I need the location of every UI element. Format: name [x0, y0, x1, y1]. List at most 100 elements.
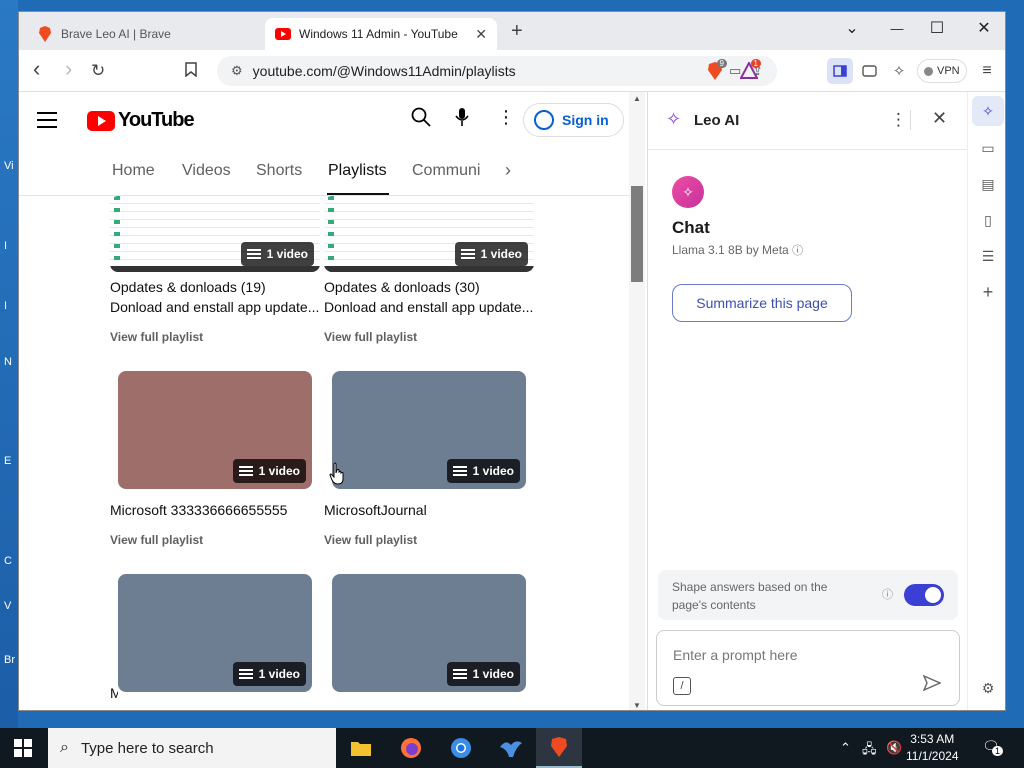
search-icon[interactable] — [411, 107, 431, 133]
tab-shorts[interactable]: Shorts — [256, 162, 302, 180]
show-hidden-icons[interactable]: ⌃ — [840, 740, 851, 756]
view-full-playlist-link[interactable]: View full playlist — [324, 533, 417, 547]
desktop-icon-label[interactable]: Vi — [4, 160, 14, 172]
playlist-subtitle[interactable]: Donload and enstall app update... — [110, 299, 320, 315]
notifications-icon[interactable]: 🗨 1 — [982, 738, 1004, 756]
desktop-icon-label[interactable]: Br — [4, 654, 15, 666]
chrome-icon[interactable] — [438, 728, 484, 768]
site-settings-icon[interactable]: ⚙ — [231, 63, 243, 79]
view-full-playlist-link[interactable]: View full playlist — [110, 533, 203, 547]
new-tab-button[interactable]: + — [511, 20, 523, 43]
taskbar-search[interactable]: ⌕ Type here to search — [48, 728, 336, 768]
hamburger-menu-icon[interactable] — [37, 112, 57, 133]
page-scrollbar[interactable]: ▲ ▼ — [629, 92, 645, 710]
playlist-title[interactable]: Microsoft 333336666655555 — [110, 502, 320, 518]
reading-list-rail-icon[interactable]: ☰ — [978, 248, 998, 265]
file-explorer-icon[interactable] — [338, 728, 384, 768]
playlist-thumbnail[interactable]: 1 video — [332, 574, 526, 692]
brave-lion-icon — [37, 26, 53, 42]
volume-icon[interactable]: 🔇 — [886, 740, 902, 756]
bookmarks-rail-icon[interactable]: ▯ — [978, 212, 998, 229]
start-button[interactable] — [14, 739, 32, 757]
network-icon[interactable]: 🖧 — [862, 740, 877, 762]
playlist-title[interactable]: MicrosoftJournal — [324, 502, 534, 518]
playlist-thumbnail[interactable]: 1 video — [118, 574, 312, 692]
desktop-icon-label[interactable]: I — [4, 240, 7, 252]
wallet-icon[interactable] — [857, 59, 881, 83]
prompt-placeholder: Enter a prompt here — [673, 647, 798, 663]
sidebar-toggle-icon[interactable] — [827, 58, 853, 84]
tab-strip: Brave Leo AI | Brave Windows 11 Admin - … — [19, 12, 1005, 50]
rail-settings-icon[interactable]: ⚙ — [978, 680, 998, 697]
scroll-up-icon[interactable]: ▲ — [633, 94, 641, 103]
tabs-scroll-right-icon[interactable]: › — [505, 160, 511, 181]
playlist-title[interactable]: Opdates & donloads (19) — [110, 279, 320, 295]
desktop-icon-label[interactable]: E — [4, 455, 11, 467]
view-full-playlist-link[interactable]: View full playlist — [324, 330, 417, 344]
info-icon[interactable]: ⓘ — [792, 245, 803, 257]
tab-community[interactable]: Communi — [412, 162, 480, 180]
brave-rewards-icon[interactable]: 1 — [737, 59, 761, 83]
address-bar[interactable]: ⚙ youtube.com/@Windows11Admin/playlists … — [217, 56, 777, 86]
desktop-icon-label[interactable]: N — [4, 356, 12, 368]
maximize-button[interactable]: ☐ — [917, 18, 957, 38]
scroll-down-icon[interactable]: ▼ — [633, 701, 641, 710]
tab-home[interactable]: Home — [112, 162, 155, 180]
forward-button[interactable]: › — [65, 56, 72, 82]
bird-app-icon[interactable] — [488, 728, 534, 768]
youtube-logo[interactable]: YouTube — [87, 109, 195, 132]
tab-label: Brave Leo AI | Brave — [61, 27, 171, 41]
tab-youtube[interactable]: Windows 11 Admin - YouTube ✕ — [265, 18, 497, 50]
close-window-button[interactable]: ✕ — [964, 18, 1004, 38]
menu-icon[interactable]: ≡ — [975, 59, 999, 83]
shape-answers-toggle[interactable] — [904, 584, 944, 606]
search-placeholder: Type here to search — [80, 739, 214, 757]
send-icon[interactable] — [922, 674, 942, 696]
brave-shields-icon[interactable]: 9 — [703, 59, 727, 83]
reload-button[interactable]: ↻ — [91, 61, 105, 81]
more-options-icon[interactable]: ⋮ — [497, 107, 515, 128]
playlist-subtitle[interactable]: Donload and enstall app update... — [324, 299, 534, 315]
playlist-title[interactable]: M — [110, 685, 118, 701]
close-panel-icon[interactable]: ✕ — [932, 108, 947, 129]
video-rail-icon[interactable]: ▭ — [978, 140, 998, 157]
back-button[interactable]: ‹ — [33, 56, 40, 82]
playlist-title[interactable]: Opdates & donloads (30) — [324, 279, 534, 295]
playlist-thumbnail[interactable]: 1 video — [332, 371, 526, 489]
add-panel-icon[interactable]: + — [978, 282, 998, 303]
summarize-page-button[interactable]: Summarize this page — [672, 284, 852, 322]
playlist-thumbnail[interactable]: 1 video — [110, 196, 320, 272]
firefox-icon[interactable] — [388, 728, 434, 768]
tab-videos[interactable]: Videos — [182, 162, 231, 180]
clock[interactable]: 3:53 AM 11/1/2024 — [906, 731, 959, 765]
wallet-rail-icon[interactable]: ▤ — [978, 176, 998, 193]
desktop-icon-label[interactable]: I — [4, 300, 7, 312]
search-icon: ⌕ — [60, 739, 69, 756]
shape-answers-label: Shape answers based on the page's conten… — [672, 580, 828, 612]
view-full-playlist-link[interactable]: View full playlist — [110, 330, 203, 344]
close-tab-icon[interactable]: ✕ — [475, 26, 487, 43]
desktop-icon-label[interactable]: C — [4, 555, 12, 567]
minimize-button[interactable]: — — [877, 21, 917, 36]
tab-playlists[interactable]: Playlists — [328, 162, 387, 180]
vpn-button[interactable]: VPN — [917, 59, 967, 83]
leo-header: ✧ Leo AI ⋮ ✕ — [648, 92, 968, 150]
leo-ai-rail-icon[interactable]: ✧ — [972, 96, 1004, 126]
playlist-thumbnail[interactable]: 1 video — [118, 371, 312, 489]
desktop-icon-label[interactable]: V — [4, 600, 11, 612]
playlist-thumbnail[interactable]: 1 video — [324, 196, 534, 272]
bookmark-icon[interactable] — [185, 62, 197, 82]
leo-menu-icon[interactable]: ⋮ — [890, 110, 907, 130]
prompt-input[interactable]: Enter a prompt here / — [656, 630, 960, 706]
leo-sparkle-icon[interactable]: ✧ — [887, 59, 911, 83]
brave-taskbar-icon[interactable] — [536, 728, 582, 768]
clock-time: 3:53 AM — [910, 732, 955, 746]
scrollbar-thumb[interactable] — [631, 186, 643, 282]
tab-brave-leo[interactable]: Brave Leo AI | Brave — [27, 18, 263, 50]
youtube-page: YouTube ⋮ Sign in Home Videos Shorts Pla… — [19, 92, 645, 710]
tab-search-dropdown-icon[interactable]: ⌄ — [832, 18, 872, 38]
sign-in-button[interactable]: Sign in — [523, 103, 624, 137]
info-icon[interactable]: ⓘ — [882, 586, 893, 602]
slash-commands-icon[interactable]: / — [673, 677, 691, 695]
microphone-icon[interactable] — [455, 107, 469, 133]
